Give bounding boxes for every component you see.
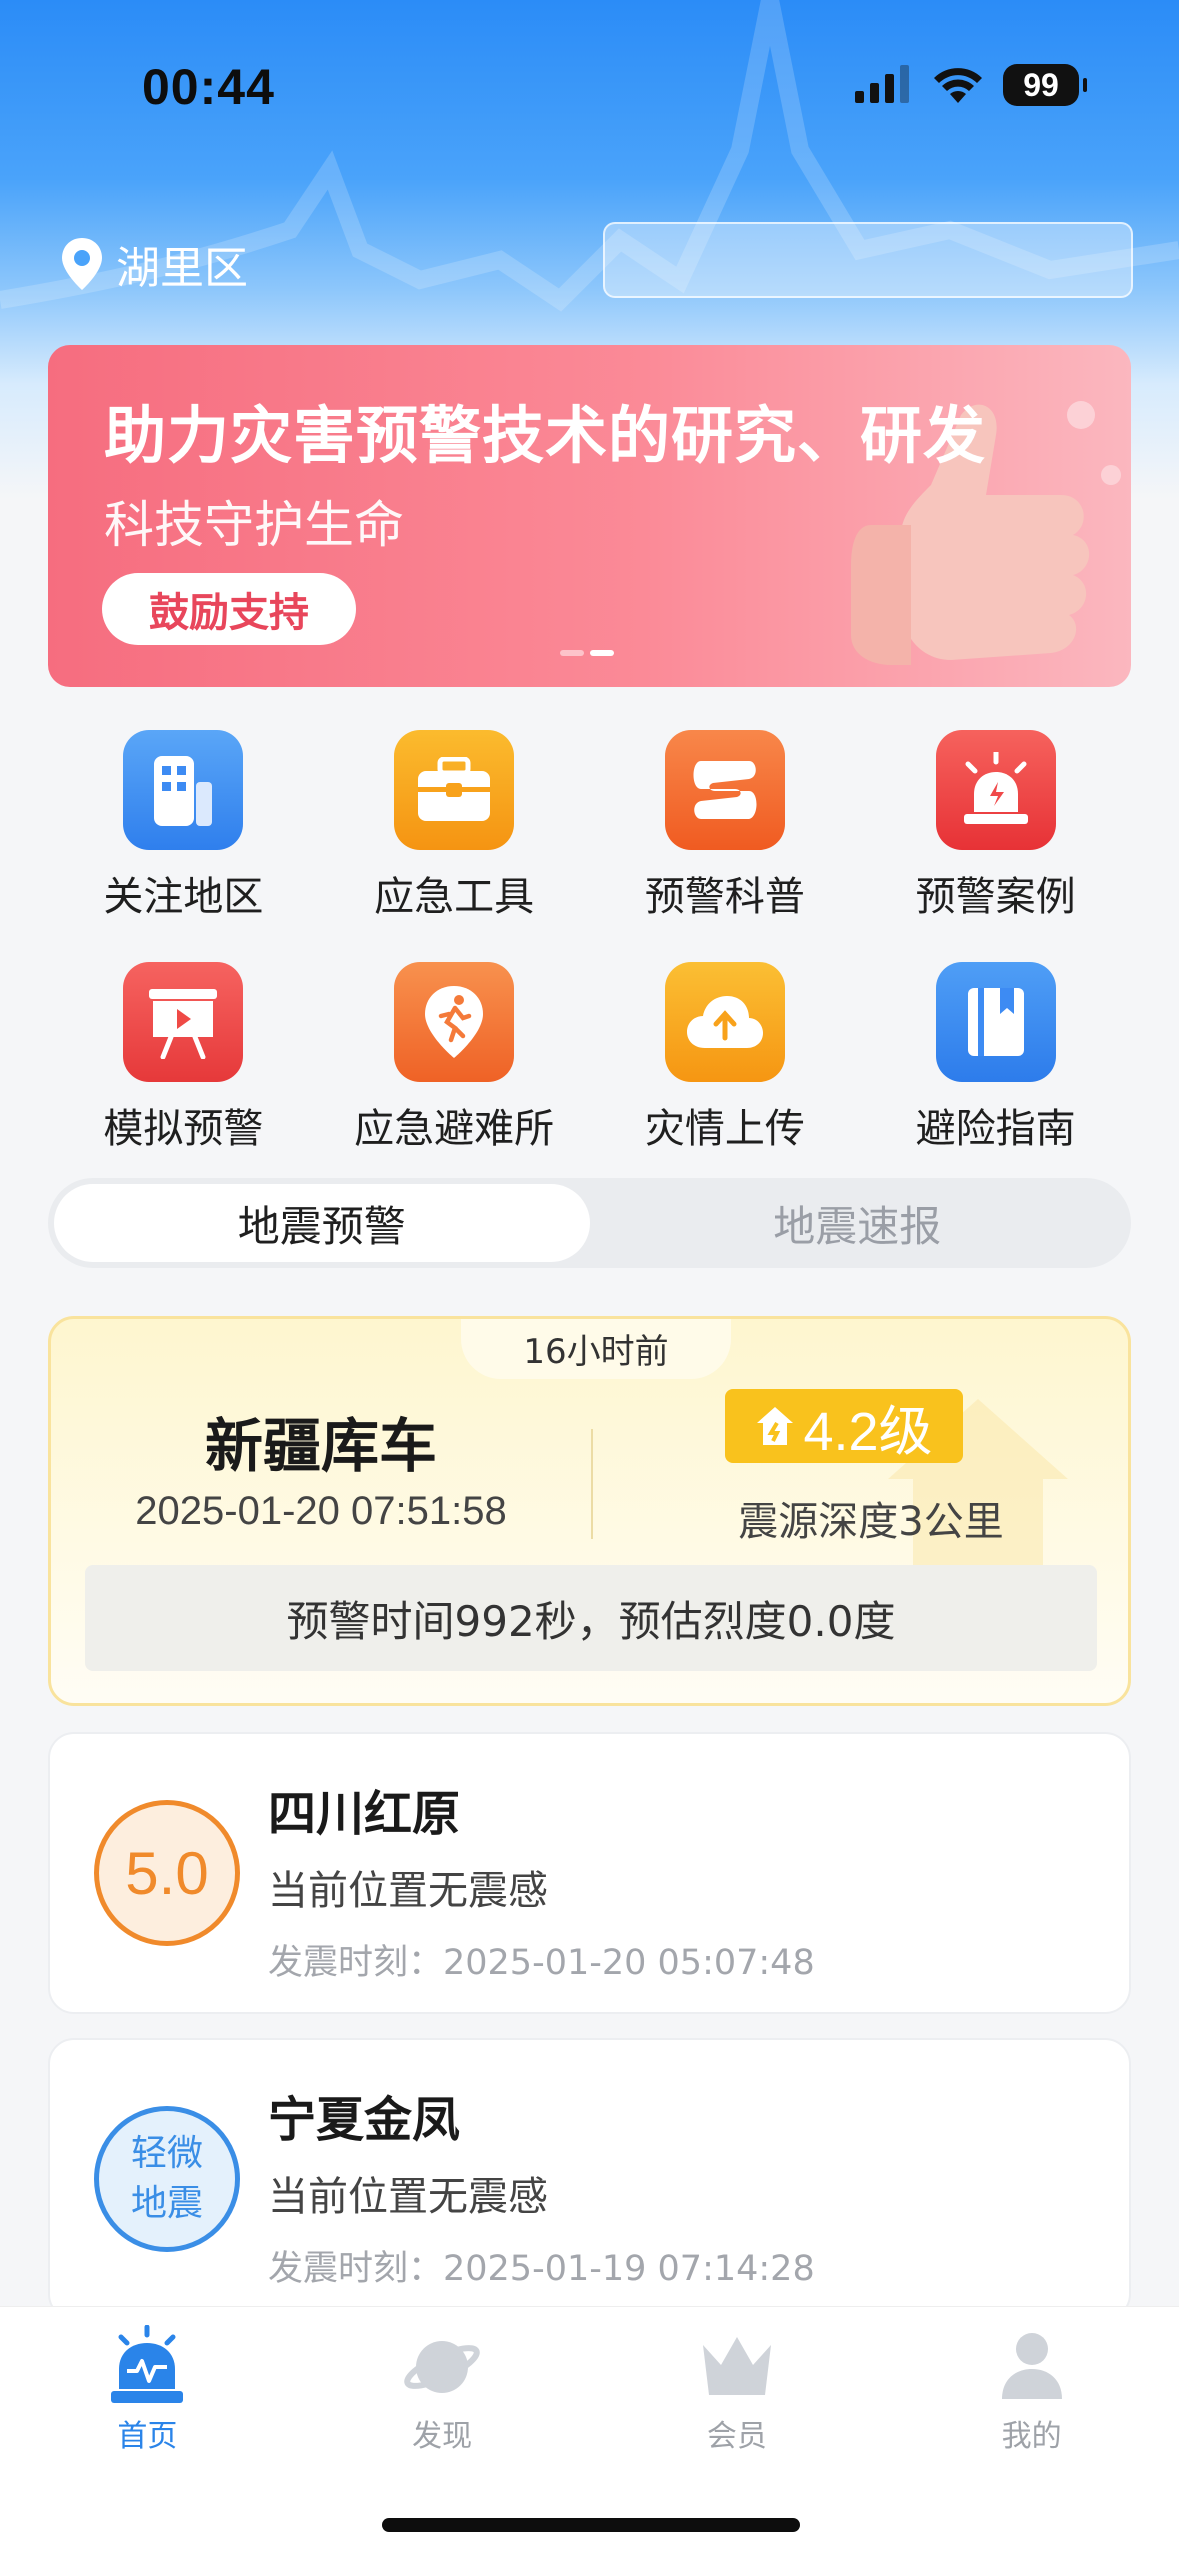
magnitude-value: 4.2级 xyxy=(803,1401,933,1462)
location-selector[interactable]: 湖里区 xyxy=(60,232,248,296)
banner-subtitle: 科技守护生命 xyxy=(104,496,404,554)
user-icon xyxy=(1001,2333,1062,2399)
nav-home[interactable]: 首页 xyxy=(47,2325,247,2556)
home-alarm-icon xyxy=(111,2325,184,2403)
time-ago-tag: 16小时前 xyxy=(461,1319,731,1379)
banner-dot xyxy=(560,650,584,656)
grid-item-emergency-tools[interactable]: 应急工具 xyxy=(319,730,590,922)
planet-icon xyxy=(404,2341,480,2393)
divider xyxy=(591,1429,593,1539)
nav-profile[interactable]: 我的 xyxy=(932,2325,1132,2556)
grid-item-warning-science[interactable]: 预警科普 xyxy=(590,730,861,922)
presentation-icon xyxy=(123,962,244,1082)
grid-item-followed-areas[interactable]: 关注地区 xyxy=(48,730,319,922)
grid-item-emergency-shelter[interactable]: 应急避难所 xyxy=(319,962,590,1154)
quake-feel: 当前位置无震感 xyxy=(268,2174,548,2220)
banner-dot-active xyxy=(590,650,614,656)
magnitude-badge: 4.2级 xyxy=(725,1389,963,1463)
nav-label: 发现 xyxy=(412,2419,473,2454)
grid-label: 避险指南 xyxy=(915,1106,1076,1152)
alarm-light-icon xyxy=(935,730,1056,850)
support-button[interactable]: 鼓励支持 xyxy=(102,573,356,645)
featured-time: 2025-01-20 07:51:58 xyxy=(135,1489,507,1533)
location-pin-icon xyxy=(62,238,102,290)
tab-earthquake-warning[interactable]: 地震预警 xyxy=(54,1184,590,1262)
quake-feel: 当前位置无震感 xyxy=(268,1868,548,1914)
warning-summary: 预警时间992秒，预估烈度0.0度 xyxy=(85,1565,1097,1671)
nav-label: 会员 xyxy=(706,2419,767,2454)
toolbox-icon xyxy=(394,730,515,850)
banner-title: 助力灾害预警技术的研究、研发 xyxy=(104,399,987,472)
quake-time: 发震时刻：2025-01-20 05:07:48 xyxy=(268,1943,815,1983)
list-item[interactable]: 5.0 四川红原 当前位置无震感 发震时刻：2025-01-20 05:07:4… xyxy=(48,1732,1131,2014)
grid-label: 灾情上传 xyxy=(644,1106,805,1152)
grid-item-simulated-warning[interactable]: 模拟预警 xyxy=(48,962,319,1154)
nav-label: 我的 xyxy=(1001,2419,1062,2454)
grid-item-warning-cases[interactable]: 预警案例 xyxy=(860,730,1131,922)
house-quake-icon xyxy=(757,1407,794,1445)
quake-tabs: 地震预警 地震速报 xyxy=(48,1178,1131,1268)
cloud-upload-icon xyxy=(664,962,785,1082)
grid-label: 应急工具 xyxy=(374,874,535,920)
promo-banner[interactable]: 助力灾害预警技术的研究、研发 科技守护生命 鼓励支持 xyxy=(48,345,1131,687)
grid-label: 预警科普 xyxy=(644,874,805,920)
status-icons: 99 xyxy=(855,64,1087,106)
home-indicator xyxy=(382,2518,800,2532)
nav-label: 首页 xyxy=(117,2419,178,2454)
tab-earthquake-report[interactable]: 地震速报 xyxy=(590,1184,1126,1262)
minor-quake-circle: 轻微 地震 xyxy=(94,2106,240,2252)
running-person-icon xyxy=(394,962,515,1082)
grid-item-safety-guide[interactable]: 避险指南 xyxy=(860,962,1131,1154)
featured-warning-card[interactable]: 16小时前 新疆库车 2025-01-20 07:51:58 4.2级 震源深度… xyxy=(48,1316,1131,1706)
guide-book-icon xyxy=(935,962,1056,1082)
badge-line: 轻微 xyxy=(130,2133,203,2174)
book-s-icon xyxy=(664,730,785,850)
search-box[interactable] xyxy=(603,222,1133,298)
grid-label: 应急避难所 xyxy=(354,1106,555,1152)
grid-label: 预警案例 xyxy=(915,874,1076,920)
feature-grid: 关注地区 应急工具 预警科普 预警案例 模拟预警 应急避难所 灾情上传 避险指南 xyxy=(48,730,1131,1154)
grid-label: 模拟预警 xyxy=(103,1106,264,1152)
quake-location: 宁夏金凤 xyxy=(268,2092,461,2148)
status-time: 00:44 xyxy=(142,59,275,115)
location-label: 湖里区 xyxy=(116,243,248,294)
grid-label: 关注地区 xyxy=(103,874,264,920)
featured-depth: 震源深度3公里 xyxy=(738,1499,1004,1545)
featured-location: 新疆库车 xyxy=(204,1412,437,1480)
list-item[interactable]: 轻微 地震 宁夏金凤 当前位置无震感 发震时刻：2025-01-19 07:14… xyxy=(48,2038,1131,2320)
magnitude-circle: 5.0 xyxy=(94,1800,240,1946)
buildings-icon xyxy=(123,730,244,850)
signal-icon xyxy=(855,65,909,103)
quake-location: 四川红原 xyxy=(268,1786,461,1842)
quake-time: 发震时刻：2025-01-19 07:14:28 xyxy=(268,2249,815,2289)
crown-icon xyxy=(702,2337,771,2395)
grid-item-disaster-upload[interactable]: 灾情上传 xyxy=(590,962,861,1154)
wifi-icon xyxy=(934,68,982,103)
banner-pagination xyxy=(560,650,614,656)
badge-line: 地震 xyxy=(130,2183,203,2224)
battery-icon: 99 xyxy=(1003,64,1087,106)
